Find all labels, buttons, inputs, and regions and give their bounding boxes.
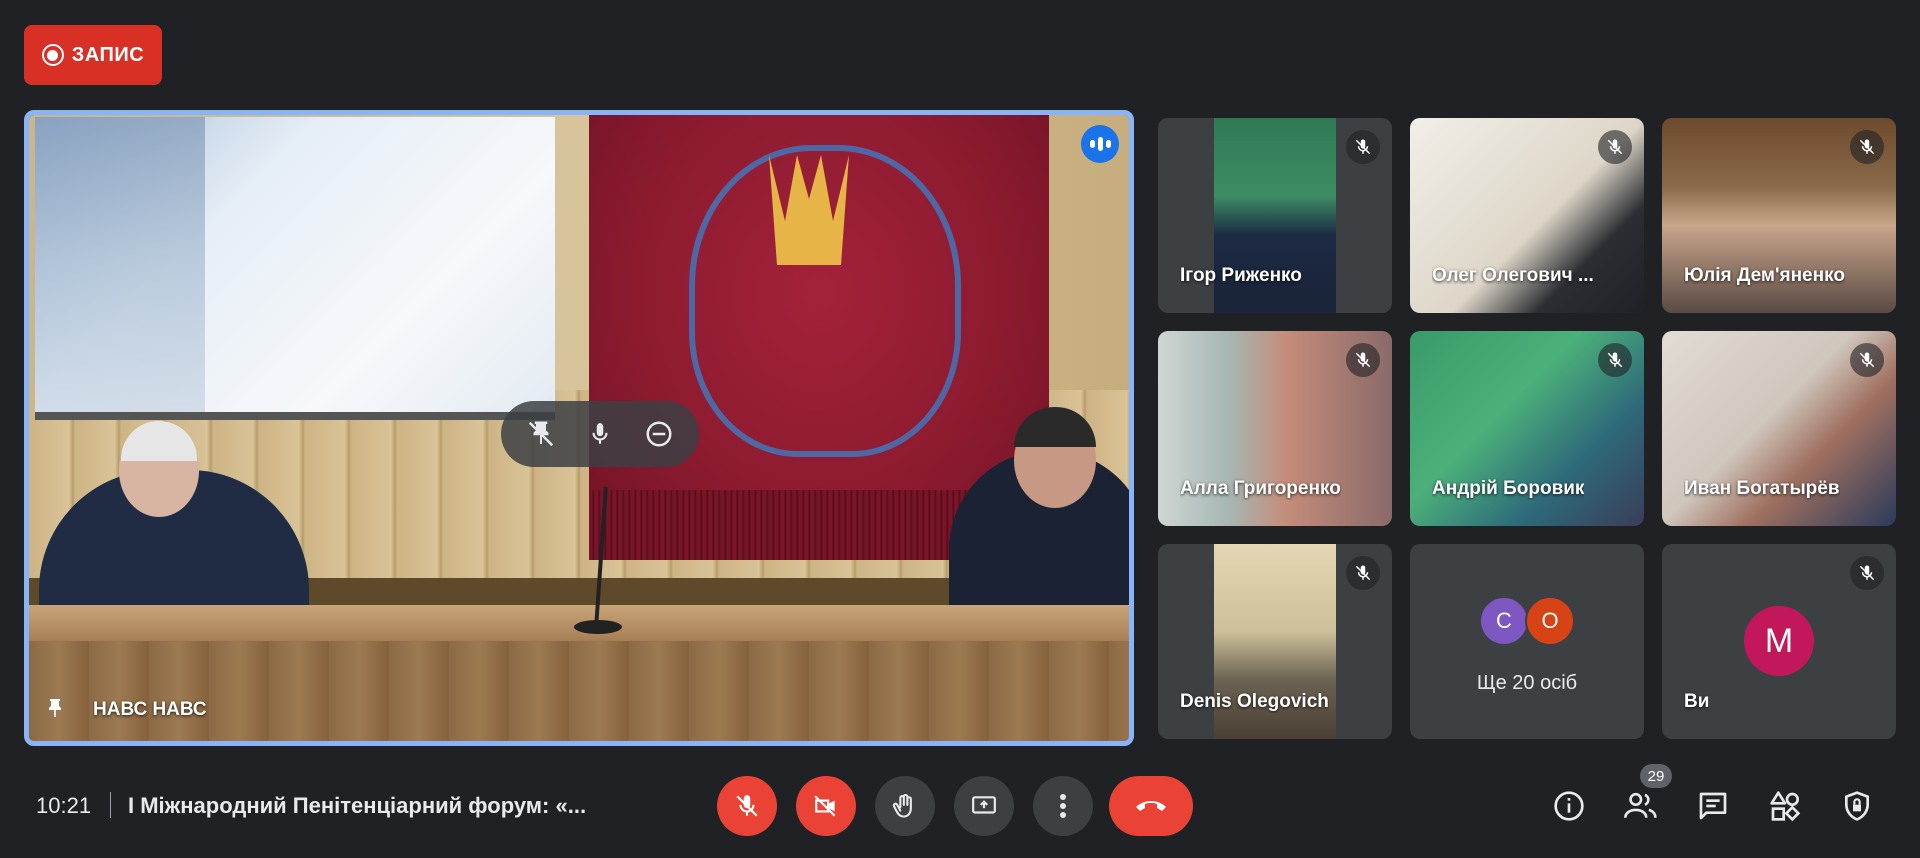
participant-name: Denis Olegovich [1180, 691, 1329, 712]
leave-call-button[interactable] [1109, 776, 1193, 836]
main-video-tile[interactable]: НАВС НАВС [24, 110, 1134, 746]
mic-icon [592, 423, 608, 444]
phone-hangup-icon [1136, 801, 1166, 811]
remove-circle-icon [646, 421, 672, 447]
meeting-info-button[interactable] [1545, 782, 1593, 830]
activities-icon [1770, 791, 1801, 822]
mic-off-icon [1598, 130, 1632, 164]
unpin-button[interactable] [519, 412, 563, 456]
more-vert-icon [1060, 794, 1066, 818]
meeting-title[interactable]: І Міжнародний Пенітенціарний форум: «... [128, 793, 628, 819]
camera-toggle-button[interactable] [796, 776, 856, 836]
participant-name: Андрій Боровик [1432, 478, 1585, 499]
participant-count-badge: 29 [1640, 764, 1672, 788]
self-name: Ви [1684, 691, 1710, 712]
tile-mic-button[interactable] [578, 412, 622, 456]
mic-off-icon [1850, 556, 1884, 590]
hand-icon [892, 793, 912, 818]
people-button[interactable] [1617, 782, 1665, 830]
mic-off-icon [1598, 343, 1632, 377]
chat-icon [1699, 792, 1727, 820]
participant-name: Юлія Дем'яненко [1684, 265, 1845, 286]
participant-name: Иван Богатырёв [1684, 478, 1840, 499]
info-icon [1554, 791, 1584, 821]
participant-name: Алла Григоренко [1180, 478, 1341, 499]
camera-off-icon [814, 795, 836, 817]
present-screen-icon [972, 796, 996, 814]
more-avatars: С О [1410, 596, 1644, 646]
participant-name: Олег Олегович ... [1432, 265, 1594, 286]
host-controls-button[interactable] [1833, 782, 1881, 830]
clock: 10:21 [36, 793, 92, 818]
participant-tile[interactable]: Олег Олегович ... [1410, 118, 1644, 313]
recording-badge[interactable]: ЗАПИС [24, 25, 162, 85]
host-controls-icon [1845, 791, 1869, 821]
present-button[interactable] [954, 776, 1014, 836]
mic-off-icon [736, 795, 758, 817]
participant-tile[interactable]: Юлія Дем'яненко [1662, 118, 1896, 313]
more-participants-tile[interactable]: С О Ще 20 осіб [1410, 544, 1644, 739]
mic-toggle-button[interactable] [717, 776, 777, 836]
more-options-button[interactable] [1033, 776, 1093, 836]
recording-label: ЗАПИС [71, 43, 145, 66]
participant-tile[interactable]: Denis Olegovich [1158, 544, 1392, 739]
pin-icon [49, 699, 61, 717]
mic-off-icon [1346, 556, 1380, 590]
self-tile[interactable]: M Ви [1662, 544, 1896, 739]
mic-off-icon [1850, 130, 1884, 164]
tile-hover-controls [501, 401, 699, 467]
participant-name: Ігор Риженко [1180, 265, 1302, 286]
speaking-indicator-icon [1081, 125, 1119, 163]
remove-button[interactable] [637, 412, 681, 456]
raise-hand-button[interactable] [875, 776, 935, 836]
avatar: M [1744, 606, 1814, 676]
participant-tile[interactable]: Андрій Боровик [1410, 331, 1644, 526]
activities-button[interactable] [1761, 782, 1809, 830]
avatar: С [1479, 596, 1529, 646]
more-participants-label: Ще 20 осіб [1476, 672, 1578, 694]
participant-tile[interactable]: Ігор Риженко [1158, 118, 1392, 313]
participant-tile[interactable]: Алла Григоренко [1158, 331, 1392, 526]
chat-button[interactable] [1689, 782, 1737, 830]
avatar: О [1525, 596, 1575, 646]
recording-icon [41, 44, 64, 66]
bottom-toolbar: 10:21 І Міжнародний Пенітенціарний форум… [0, 760, 1920, 858]
mic-off-icon [1346, 130, 1380, 164]
main-participant-name: НАВС НАВС [93, 699, 207, 720]
mic-off-icon [1850, 343, 1884, 377]
participant-tile[interactable]: Иван Богатырёв [1662, 331, 1896, 526]
mic-off-icon [1346, 343, 1380, 377]
people-icon [1624, 792, 1657, 818]
unpin-icon [528, 421, 553, 447]
divider [110, 792, 111, 818]
